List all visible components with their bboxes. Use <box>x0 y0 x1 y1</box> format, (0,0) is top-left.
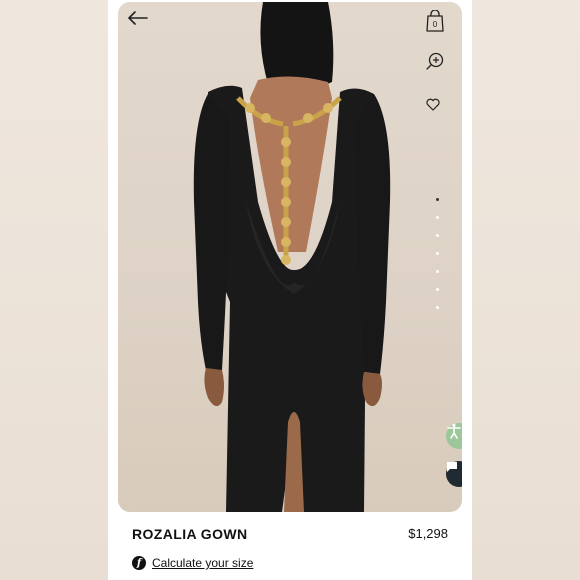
phone-screen: 0 ROZALIA GOWN $1,298 f Calculate your s… <box>108 0 472 580</box>
wishlist-button[interactable] <box>426 98 454 126</box>
gallery-pagination <box>434 198 440 309</box>
bag-count: 0 <box>433 20 438 29</box>
pagination-dot[interactable] <box>435 216 439 219</box>
calculate-size-link[interactable]: Calculate your size <box>152 556 253 570</box>
pagination-dot[interactable] <box>435 288 439 291</box>
pagination-dot[interactable] <box>435 234 439 237</box>
background-left <box>0 0 108 580</box>
pagination-dot[interactable] <box>435 252 439 255</box>
product-price: $1,298 <box>408 526 448 541</box>
accessibility-icon <box>447 423 461 439</box>
model-photo <box>193 2 391 512</box>
pagination-dot[interactable] <box>435 306 439 309</box>
size-calculator[interactable]: f Calculate your size <box>132 556 253 570</box>
arrow-left-icon <box>128 11 148 25</box>
product-name: ROZALIA GOWN <box>132 526 248 542</box>
heart-icon <box>426 98 440 111</box>
background-right <box>472 0 580 580</box>
pagination-dot-active[interactable] <box>435 198 439 201</box>
shopping-bag-button[interactable]: 0 <box>426 10 454 38</box>
zoom-in-icon <box>426 52 444 70</box>
shopping-bag-icon: 0 <box>426 10 444 32</box>
fit-finder-icon: f <box>132 556 146 570</box>
product-image[interactable]: 0 <box>118 2 462 512</box>
zoom-button[interactable] <box>426 52 454 80</box>
back-button[interactable] <box>128 11 156 39</box>
chat-icon <box>447 462 457 472</box>
pagination-dot[interactable] <box>435 270 439 273</box>
